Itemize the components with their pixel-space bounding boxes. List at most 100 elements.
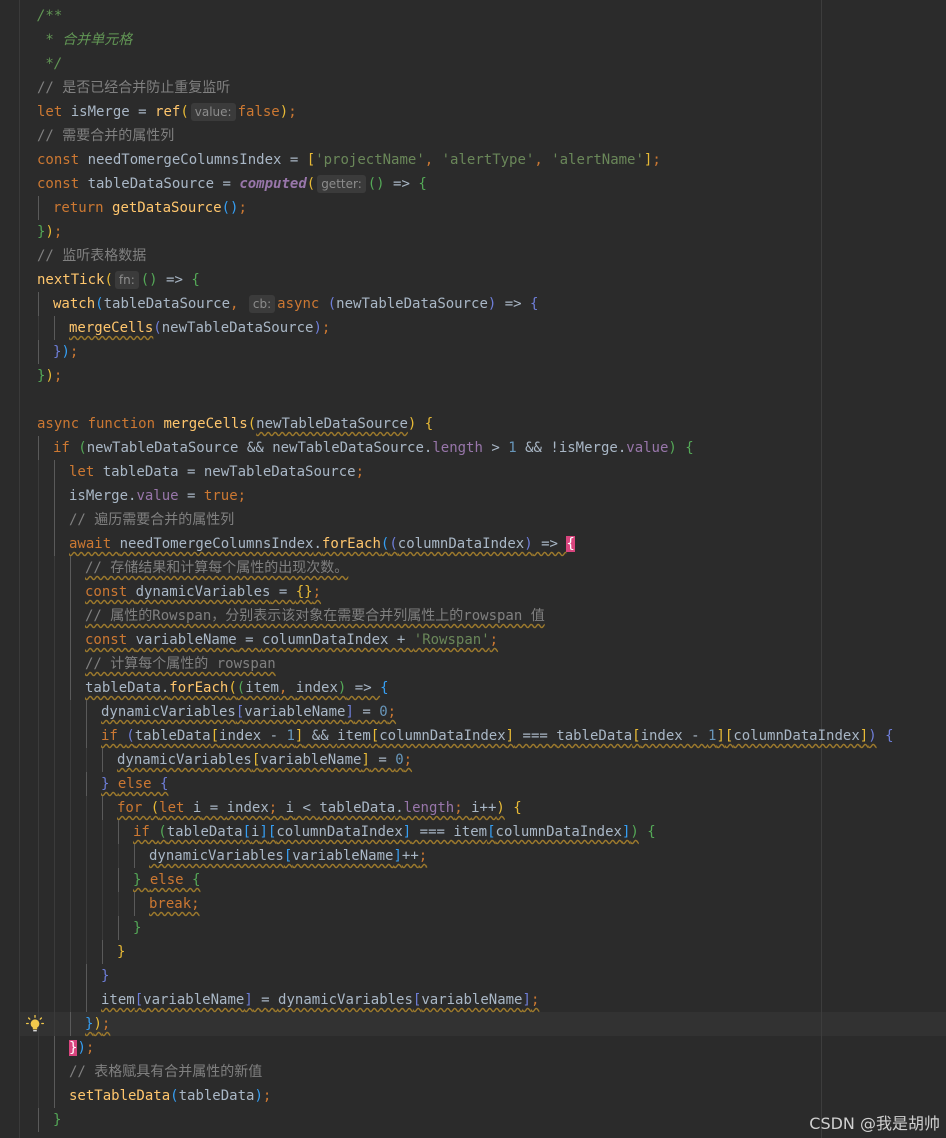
code-token: ; xyxy=(53,368,63,384)
code-line[interactable]: if (tableData[index - 1] && item[columnD… xyxy=(37,724,946,748)
code-token: ( xyxy=(126,728,135,744)
code-line[interactable]: item[variableName] = dynamicVariables[va… xyxy=(37,988,946,1012)
code-text: break; xyxy=(37,896,200,912)
code-line[interactable]: // 属性的Rowspan，分别表示该对象在需要合并列属性上的rowspan 值 xyxy=(37,604,946,628)
code-token: ; xyxy=(355,464,365,480)
code-text: } else { xyxy=(37,872,200,888)
code-token: ( xyxy=(78,440,87,456)
code-line[interactable]: } else { xyxy=(37,868,946,892)
code-line[interactable]: // 存储结果和计算每个属性的出现次数。 xyxy=(37,556,946,580)
code-token: const xyxy=(37,152,88,168)
code-text: item[variableName] = dynamicVariables[va… xyxy=(37,992,539,1008)
code-line[interactable]: await needTomergeColumnsIndex.forEach((c… xyxy=(37,532,946,556)
code-line[interactable]: } xyxy=(37,940,946,964)
code-line[interactable]: // 计算每个属性的 rowspan xyxy=(37,652,946,676)
code-text: for (let i = index; i < tableData.length… xyxy=(37,800,522,816)
code-token: // 监听表格数据 xyxy=(37,248,147,264)
code-token: tableData xyxy=(85,680,161,696)
code-token: ( xyxy=(104,272,113,288)
code-token: - xyxy=(261,728,287,744)
code-token: index xyxy=(295,680,338,696)
code-line[interactable]: }); xyxy=(37,1012,946,1036)
code-line[interactable]: /** xyxy=(37,4,946,28)
code-token: // 遍历需要合并的属性列 xyxy=(69,512,235,528)
code-token: ] xyxy=(402,824,412,840)
code-line[interactable]: } else { xyxy=(37,772,946,796)
code-line[interactable]: // 监听表格数据 xyxy=(37,244,946,268)
code-token: ] xyxy=(244,992,253,1008)
code-token: ( xyxy=(150,800,160,816)
code-line[interactable]: const tableDataSource = computed(getter:… xyxy=(37,172,946,196)
code-token: watch xyxy=(53,296,96,312)
code-line[interactable]: dynamicVariables[variableName] = 0; xyxy=(37,700,946,724)
code-token: ) xyxy=(45,224,54,240)
code-token: dynamicVariables xyxy=(149,848,284,864)
code-line[interactable]: mergeCells(newTableDataSource); xyxy=(37,316,946,340)
code-line[interactable]: return getDataSource(); xyxy=(37,196,946,220)
code-line[interactable]: const dynamicVariables = {}; xyxy=(37,580,946,604)
code-token: ( xyxy=(327,296,337,312)
code-line[interactable]: setTableData(tableData); xyxy=(37,1084,946,1108)
code-line[interactable]: async function mergeCells(newTableDataSo… xyxy=(37,412,946,436)
code-line[interactable]: dynamicVariables[variableName] = 0; xyxy=(37,748,946,772)
code-line[interactable]: // 是否已经合并防止重复监听 xyxy=(37,76,946,100)
code-token: ] xyxy=(345,704,354,720)
code-line[interactable]: if (newTableDataSource && newTableDataSo… xyxy=(37,436,946,460)
code-text: } else { xyxy=(37,776,168,792)
code-token: => xyxy=(346,680,381,696)
code-text: /** xyxy=(37,8,62,24)
code-token: const xyxy=(37,176,88,192)
code-line[interactable]: } xyxy=(37,916,946,940)
lightbulb-icon[interactable] xyxy=(26,1015,44,1033)
code-text: // 计算每个属性的 rowspan xyxy=(37,656,276,672)
code-token: * 合并单元格 xyxy=(37,32,133,48)
code-line[interactable]: }); xyxy=(37,1036,946,1060)
code-line[interactable]: }); xyxy=(37,340,946,364)
code-token: // 属性的Rowspan，分别表示该对象在需要合并列属性上的rowspan 值 xyxy=(85,608,545,624)
code-token: , xyxy=(424,152,442,168)
code-token: ) xyxy=(313,320,322,336)
code-token: isMerge xyxy=(558,440,618,456)
code-token: computed xyxy=(239,176,307,192)
code-line[interactable]: tableData.forEach((item, index) => { xyxy=(37,676,946,700)
code-token: tableData xyxy=(178,1088,255,1104)
code-token: ) xyxy=(668,440,677,456)
code-token: ) xyxy=(254,1088,263,1104)
code-line[interactable] xyxy=(37,388,946,412)
code-token: tableData xyxy=(134,728,211,744)
code-line[interactable]: // 需要合并的属性列 xyxy=(37,124,946,148)
code-line[interactable]: // 表格赋具有合并属性的新值 xyxy=(37,1060,946,1084)
code-line[interactable]: const variableName = columnDataIndex + '… xyxy=(37,628,946,652)
code-line[interactable]: } xyxy=(37,964,946,988)
code-line[interactable]: const needTomergeColumnsIndex = ['projec… xyxy=(37,148,946,172)
code-line[interactable]: let tableData = newTableDataSource; xyxy=(37,460,946,484)
code-text: return getDataSource(); xyxy=(37,200,247,216)
editor-gutter[interactable] xyxy=(0,0,20,1138)
code-token: { xyxy=(192,872,201,888)
code-line[interactable]: for (let i = index; i < tableData.length… xyxy=(37,796,946,820)
code-token: columnDataIndex xyxy=(397,536,525,552)
code-line[interactable]: // 遍历需要合并的属性列 xyxy=(37,508,946,532)
code-line[interactable]: * 合并单元格 xyxy=(37,28,946,52)
code-line[interactable]: watch(tableDataSource, cb: async (newTabl… xyxy=(37,292,946,316)
code-token: [ xyxy=(487,824,496,840)
code-line[interactable]: isMerge.value = true; xyxy=(37,484,946,508)
code-editor[interactable]: /** * 合并单元格 */ // 是否已经合并防止重复监听 let isMerge… xyxy=(37,4,946,1132)
code-line[interactable]: let isMerge = ref(value: false); xyxy=(37,100,946,124)
code-token: 1 xyxy=(508,440,517,456)
code-line[interactable]: if (tableData[i][columnDataIndex] === it… xyxy=(37,820,946,844)
code-line[interactable]: nextTick(fn:() => { xyxy=(37,268,946,292)
code-token: { xyxy=(418,176,427,192)
code-text: // 遍历需要合并的属性列 xyxy=(37,512,234,528)
code-line[interactable]: }); xyxy=(37,364,946,388)
code-line[interactable]: break; xyxy=(37,892,946,916)
code-token: && ! xyxy=(516,440,559,456)
code-token: let xyxy=(37,104,71,120)
code-token: ) xyxy=(45,368,54,384)
code-token: ) xyxy=(868,728,877,744)
code-token: = xyxy=(178,488,204,504)
code-line[interactable]: }); xyxy=(37,220,946,244)
code-text: } xyxy=(37,968,109,984)
code-line[interactable]: */ xyxy=(37,52,946,76)
code-line[interactable]: dynamicVariables[variableName]++; xyxy=(37,844,946,868)
